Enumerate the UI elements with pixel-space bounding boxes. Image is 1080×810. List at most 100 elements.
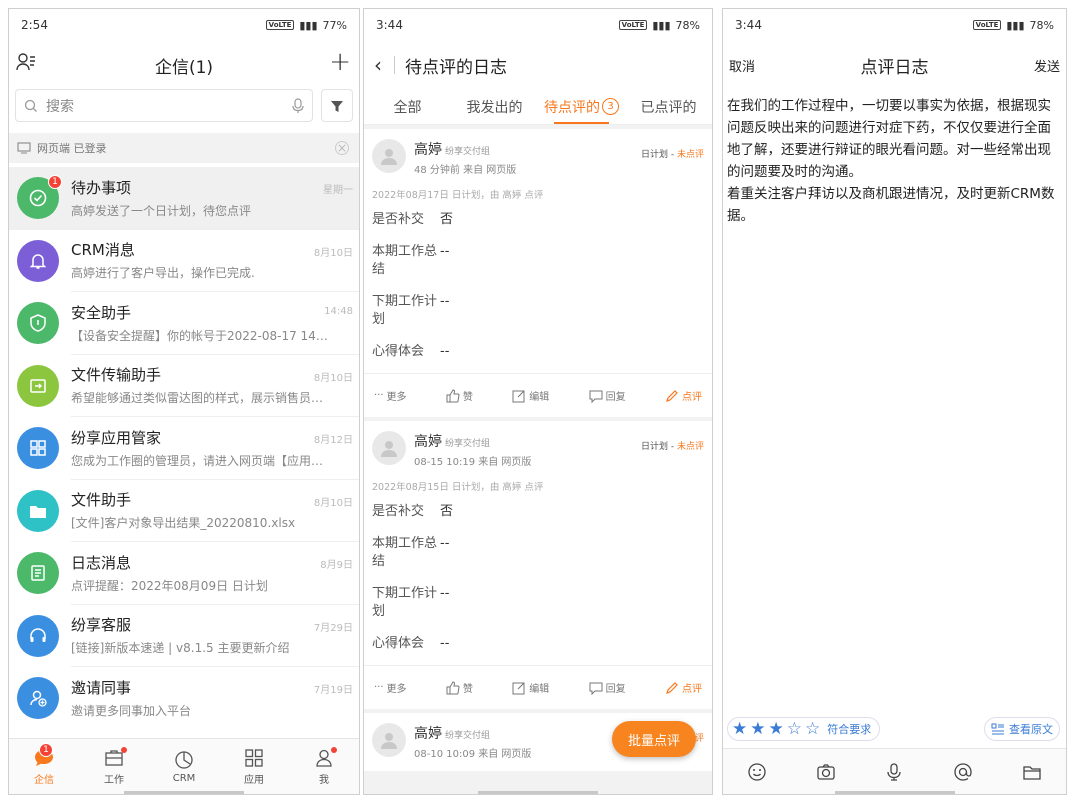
field-value: -- — [440, 536, 450, 551]
volte-icon: VoLTE — [265, 20, 295, 30]
log-actions: ··· 更多 赞 编辑 回复 点评 — [364, 665, 712, 709]
rating-label: 符合要求 — [827, 723, 872, 736]
review-button[interactable]: 点评 — [665, 680, 702, 695]
review-log-screen: 3:44 VoLTE ▮▮▮ 78% 取消 点评日志 发送 在我们的工作过程中，一切… — [722, 8, 1067, 795]
conversation-name: 日志消息 — [71, 553, 132, 572]
conversation-preview: 您成为工作圈的管理员，请进入网页端【应用】-... — [71, 453, 329, 468]
conversation-item[interactable]: 1 待办事项 高婷发送了一个日计划，待您点评 星期一 — [9, 167, 359, 230]
tab-label: CRM — [172, 772, 196, 784]
author-group: 纷享交付组 — [445, 147, 491, 157]
star-empty-icon[interactable]: ☆ — [805, 720, 820, 738]
emoji-icon[interactable] — [747, 762, 767, 782]
view-original-button[interactable]: 查看原文 — [984, 717, 1060, 741]
conversation-preview: 高婷发送了一个日计划，待您点评 — [71, 203, 252, 218]
conversation-body: 待办事项 高婷发送了一个日计划，待您点评 — [71, 167, 359, 230]
field-label: 心得体会 — [372, 344, 425, 359]
log-type: 日计划 — [640, 442, 668, 452]
author-name[interactable]: 高婷 — [414, 434, 442, 450]
conversation-item[interactable]: CRM消息 高婷进行了客户导出，操作已完成. 8月10日 — [9, 230, 359, 292]
conversation-item[interactable]: 文件传输助手 希望能够通过类似雷达图的样式，展示销售员不... 8月10日 — [9, 355, 359, 417]
more-button[interactable]: ··· 更多 — [374, 680, 407, 695]
conversation-preview: 希望能够通过类似雷达图的样式，展示销售员不... — [71, 391, 329, 406]
mention-icon[interactable] — [953, 762, 973, 782]
status-time: 3:44 — [735, 18, 762, 32]
batch-review-button[interactable]: 批量点评 — [612, 721, 696, 757]
folder-icon — [17, 489, 59, 532]
conversation-item[interactable]: 邀请同事 邀请更多同事加入平台 7月19日 — [9, 667, 359, 730]
log-card[interactable]: 高婷 纷享交付组 48 分钟前 来自 网页版 日计划 - 未点评 2022年08月… — [364, 129, 712, 417]
conversation-item[interactable]: 纷享应用管家 您成为工作圈的管理员，请进入网页端【应用】-... 8月12日 — [9, 417, 359, 480]
tab-messages[interactable]: 1 企信 — [9, 739, 79, 794]
author-name[interactable]: 高婷 — [414, 726, 442, 742]
web-login-bar[interactable]: 网页端 已登录 × — [9, 133, 359, 163]
microphone-icon[interactable] — [884, 762, 904, 782]
star-filled-icon[interactable]: ★ — [769, 720, 784, 738]
review-text-area[interactable]: 在我们的工作过程中，一切要以事实为依据，根据现实问题反映出来的问题进行对症下药，… — [727, 95, 1062, 227]
status-bar: 3:44 VoLTE ▮▮▮ 78% — [723, 9, 1066, 41]
log-subtitle: 2022年08月15日 日计划，由 高婷 点评 — [372, 482, 544, 493]
conversation-item[interactable]: 日志消息 点评提醒：2022年08月09日 日计划 8月9日 — [9, 542, 359, 605]
microphone-icon[interactable] — [292, 97, 304, 114]
camera-icon[interactable] — [816, 762, 836, 782]
messages-screen: 2:54 VoLTE ▮▮▮ 77% 企信(1) + 搜索 网页端 已登录 × 1 … — [8, 8, 360, 795]
log-card-header: 高婷 纷享交付组 08-15 10:19 来自 网页版 日计划 - 未点评 — [364, 421, 712, 479]
home-indicator — [478, 791, 598, 794]
conversation-preview: 高婷进行了客户导出，操作已完成. — [71, 266, 255, 281]
conversation-body: 安全助手 【设备安全提醒】你的帐号于2022-08-17 14:48... — [71, 292, 359, 355]
edit-button[interactable]: 编辑 — [512, 388, 549, 403]
like-button[interactable]: 赞 — [446, 680, 473, 695]
tab-crm[interactable]: CRM — [149, 739, 219, 794]
reply-button[interactable]: 回复 — [589, 680, 626, 695]
headset-icon — [17, 614, 59, 657]
home-indicator — [834, 791, 955, 794]
star-filled-icon[interactable]: ★ — [732, 720, 747, 738]
review-button[interactable]: 点评 — [665, 388, 702, 403]
tab-all[interactable]: 全部 — [364, 89, 451, 124]
log-actions: ··· 更多 赞 编辑 回复 点评 — [364, 373, 712, 417]
tab-work[interactable]: 工作 — [79, 739, 149, 794]
more-button[interactable]: ··· 更多 — [374, 388, 407, 403]
field-label: 心得体会 — [372, 636, 425, 651]
author-name[interactable]: 高婷 — [414, 142, 442, 158]
star-empty-icon[interactable]: ☆ — [787, 720, 802, 738]
folder-icon[interactable] — [1022, 762, 1042, 782]
conversation-time: 7月19日 — [313, 685, 353, 696]
tab-apps[interactable]: 应用 — [219, 739, 289, 794]
like-button[interactable]: 赞 — [446, 388, 473, 403]
rating-widget[interactable]: ★ ★ ★ ☆ ☆ 符合要求 — [727, 717, 881, 741]
tab-pending[interactable]: 待点评的 3 — [538, 89, 625, 124]
top-nav: ‹ 待点评的日志 — [364, 41, 712, 89]
conversation-name: 安全助手 — [71, 303, 132, 322]
conversation-item[interactable]: 纷享客服 [链接]新版本速递 | v8.1.5 主要更新介绍 7月29日 — [9, 605, 359, 667]
reply-button[interactable]: 回复 — [589, 388, 626, 403]
close-icon[interactable]: × — [335, 141, 349, 155]
log-feed: 高婷 纷享交付组 48 分钟前 来自 网页版 日计划 - 未点评 2022年08月… — [364, 125, 712, 794]
conversation-item[interactable]: 文件助手 [文件]客户对象导出结果_20220810.xlsx 8月10日 — [9, 480, 359, 542]
bottom-tab-bar: 1 企信 工作 CRM 应用 我 — [9, 738, 359, 794]
tab-badge: 1 — [39, 743, 53, 757]
filter-button[interactable] — [321, 89, 353, 122]
send-button[interactable]: 发送 — [1034, 56, 1060, 75]
conversation-item[interactable]: 安全助手 【设备安全提醒】你的帐号于2022-08-17 14:48... 14… — [9, 292, 359, 355]
back-icon[interactable]: ‹ — [374, 53, 382, 77]
search-input[interactable]: 搜索 — [15, 89, 313, 122]
more-label: 更多 — [386, 684, 407, 695]
review-label: 点评 — [681, 684, 702, 695]
edit-label: 编辑 — [529, 684, 550, 695]
tab-me[interactable]: 我 — [289, 739, 359, 794]
add-button[interactable]: + — [329, 47, 351, 77]
field-label: 下期工作计划 — [372, 586, 438, 619]
comment-icon — [589, 682, 603, 695]
review-state: 未点评 — [676, 150, 704, 160]
edit-label: 编辑 — [529, 392, 550, 403]
avatar — [372, 723, 406, 757]
star-filled-icon[interactable]: ★ — [750, 720, 765, 738]
log-field: 心得体会 -- — [364, 343, 712, 361]
battery-level: 78% — [1029, 18, 1054, 32]
tab-reviewed[interactable]: 已点评的 — [625, 89, 712, 124]
like-label: 赞 — [462, 392, 473, 403]
tab-sent[interactable]: 我发出的 — [451, 89, 538, 124]
log-card[interactable]: 高婷 纷享交付组 08-15 10:19 来自 网页版 日计划 - 未点评 202… — [364, 421, 712, 709]
edit-button[interactable]: 编辑 — [512, 680, 549, 695]
tab-label: 我 — [319, 774, 329, 786]
